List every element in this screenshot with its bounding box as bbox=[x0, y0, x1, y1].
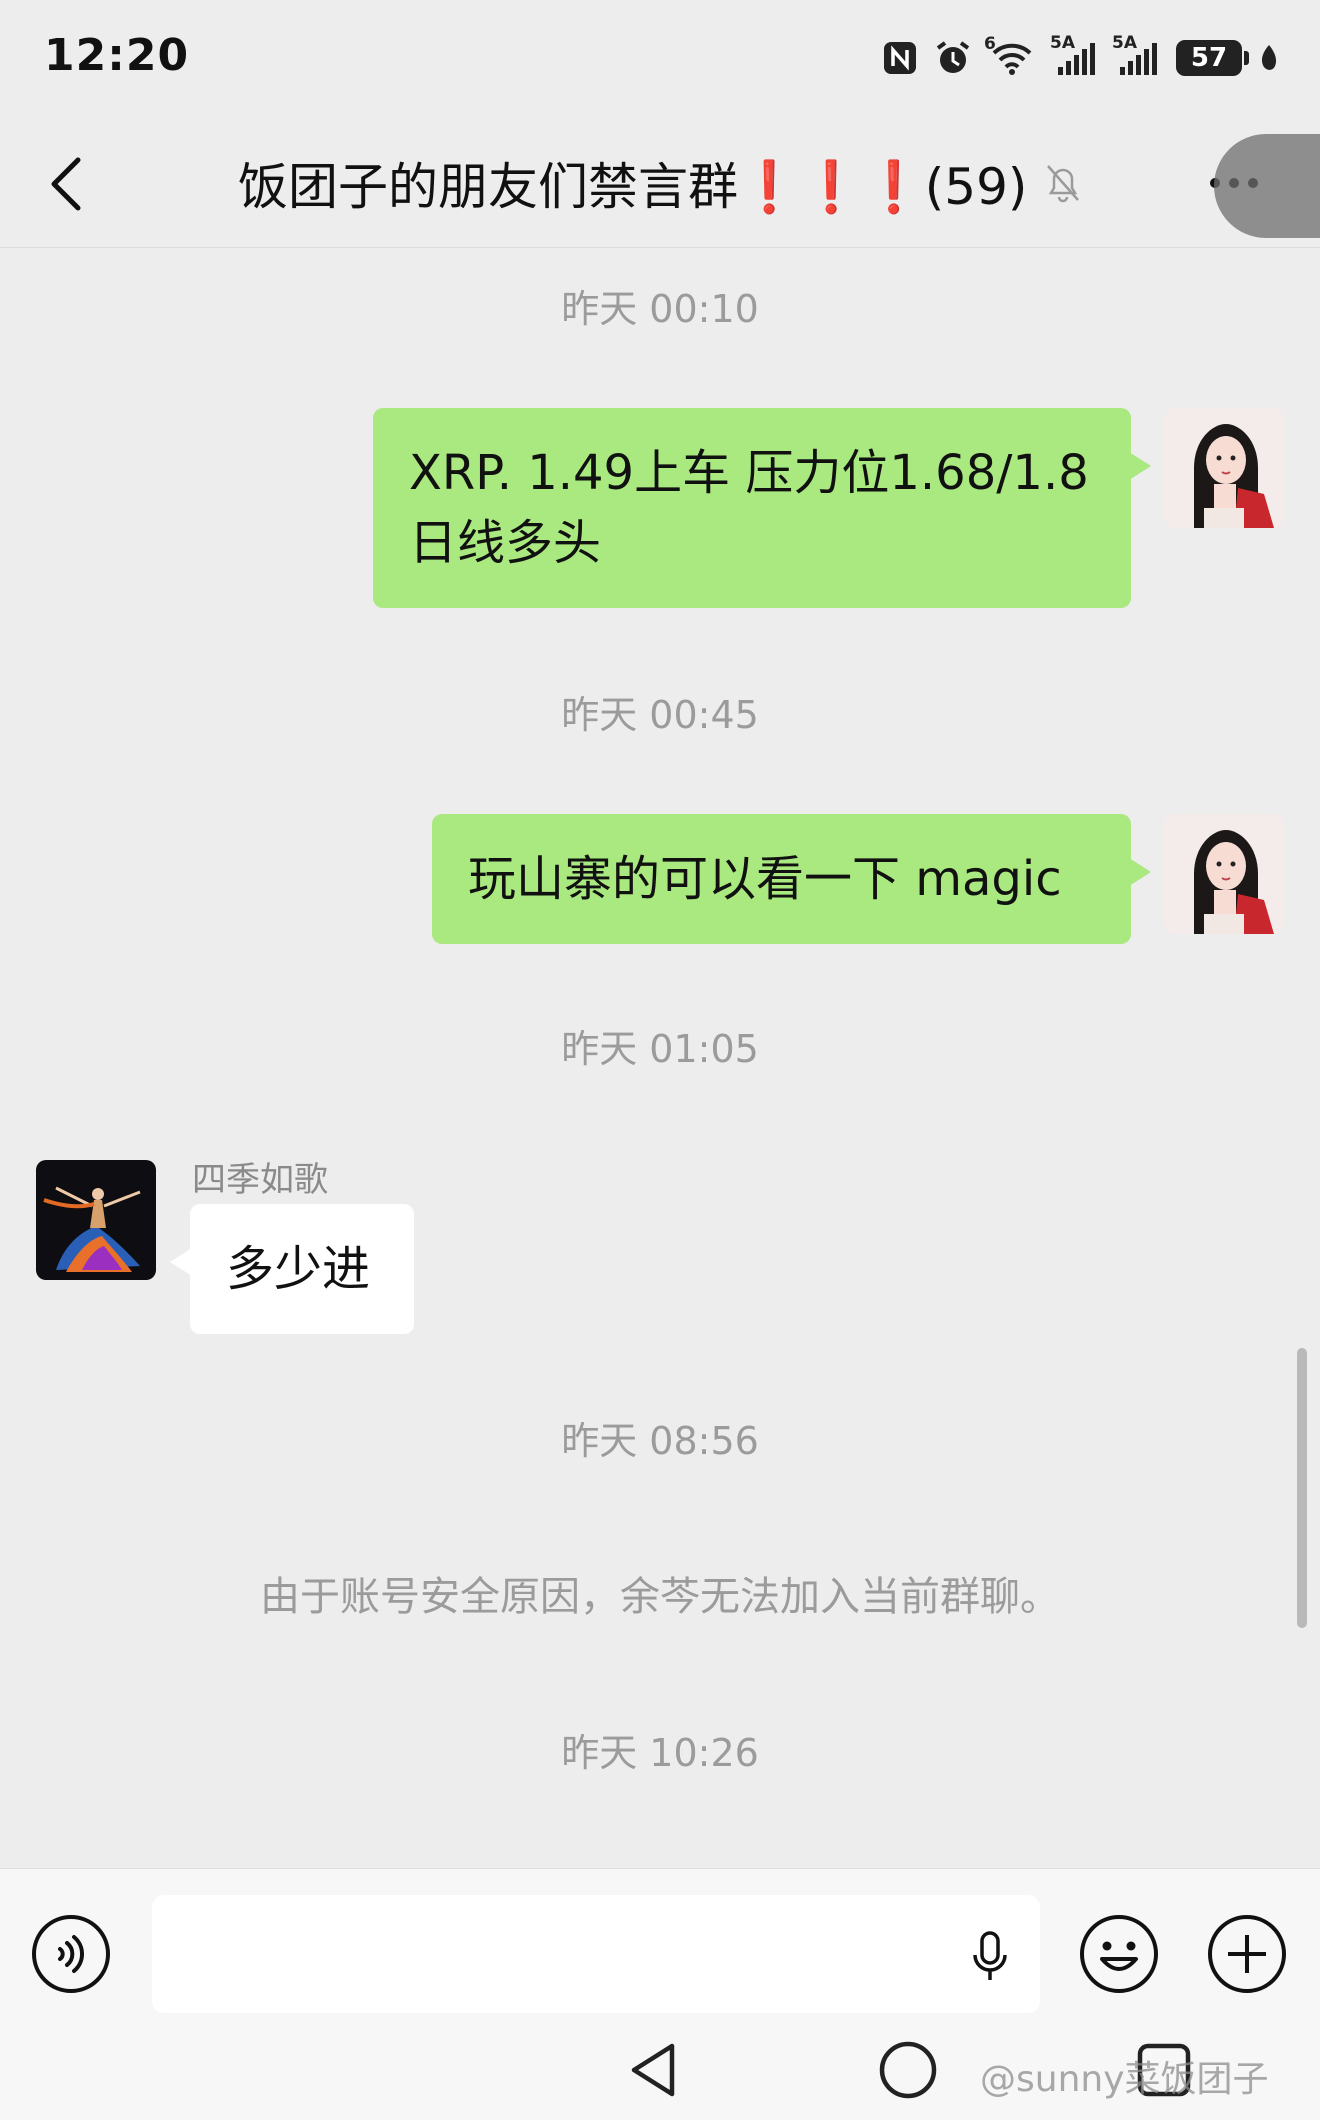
sender-avatar[interactable] bbox=[36, 1160, 156, 1280]
signal-icon-2: 5A bbox=[1112, 33, 1160, 75]
message-text: 多少进 bbox=[226, 1241, 371, 1297]
chat-title-text: 饭团子的朋友们禁言群❗❗❗(59) bbox=[238, 158, 1028, 216]
status-icons: 6 5A 5A 57 bbox=[882, 33, 1280, 78]
message-line: 日线多头 bbox=[409, 515, 602, 571]
signal-icon-1: 5A bbox=[1050, 33, 1098, 75]
chat-header: 饭团子的朋友们禁言群❗❗❗(59) bbox=[0, 118, 1320, 248]
my-avatar[interactable] bbox=[1164, 814, 1284, 934]
microphone-icon[interactable] bbox=[970, 1929, 1010, 1985]
timestamp: 昨天 10:26 bbox=[561, 1731, 759, 1775]
battery-level: 57 bbox=[1190, 43, 1228, 73]
my-message-bubble[interactable]: XRP. 1.49上车 压力位1.68/1.8 日线多头 bbox=[373, 408, 1151, 608]
message-text: 玩山寨的可以看一下 magic bbox=[468, 851, 1062, 907]
status-bar: 12:20 6 5A 5A 57 bbox=[0, 0, 1320, 118]
emoji-button[interactable] bbox=[1078, 1913, 1160, 1995]
alarm-icon bbox=[934, 38, 972, 78]
system-notice: 由于账号安全原因，余芩无法加入当前群聊。 bbox=[260, 1574, 1060, 1620]
leaf-icon bbox=[1258, 38, 1280, 78]
my-message-bubble[interactable]: 玩山寨的可以看一下 magic bbox=[432, 814, 1151, 944]
wifi-icon: 6 bbox=[984, 34, 1036, 78]
nav-home-icon[interactable] bbox=[878, 2040, 938, 2100]
timestamp: 昨天 00:45 bbox=[561, 693, 759, 737]
message-line: XRP. 1.49上车 压力位1.68/1.8 bbox=[409, 445, 1089, 501]
battery-indicator: 57 bbox=[1176, 40, 1249, 76]
status-time: 12:20 bbox=[44, 30, 190, 81]
sender-name: 四季如歌 bbox=[192, 1160, 328, 1200]
timestamp: 昨天 08:56 bbox=[561, 1419, 759, 1463]
binance-logo-icon bbox=[1260, 165, 1282, 205]
signal-label-1: 5A bbox=[1050, 33, 1075, 53]
scrollbar[interactable] bbox=[1297, 1348, 1307, 1628]
timestamp: 昨天 01:05 bbox=[561, 1027, 759, 1071]
signal-label-2: 5A bbox=[1112, 33, 1137, 53]
other-message-bubble[interactable]: 多少进 bbox=[170, 1204, 414, 1334]
timestamp: 昨天 00:10 bbox=[561, 287, 759, 331]
my-avatar[interactable] bbox=[1164, 408, 1284, 528]
chat-message-list[interactable]: 昨天 00:10 XRP. 1.49上车 压力位1.68/1.8 日线多头 昨天… bbox=[0, 248, 1320, 1868]
system-navigation-bar: @sunny菜饭团子 bbox=[0, 2018, 1320, 2120]
back-icon[interactable] bbox=[44, 154, 94, 214]
input-bar bbox=[0, 1868, 1320, 2018]
floating-window-pill[interactable] bbox=[1214, 134, 1320, 238]
nav-back-icon[interactable] bbox=[626, 2040, 680, 2100]
mute-bell-icon bbox=[1047, 165, 1080, 203]
voice-input-button[interactable] bbox=[30, 1913, 112, 1995]
more-actions-plus-button[interactable] bbox=[1206, 1913, 1288, 1995]
chat-title: 饭团子的朋友们禁言群❗❗❗(59) bbox=[238, 148, 1083, 218]
nfc-icon bbox=[882, 38, 918, 78]
message-input[interactable] bbox=[152, 1895, 1040, 2013]
weibo-watermark: @sunny菜饭团子 bbox=[980, 2059, 1269, 2100]
wifi-label: 6 bbox=[984, 34, 996, 54]
